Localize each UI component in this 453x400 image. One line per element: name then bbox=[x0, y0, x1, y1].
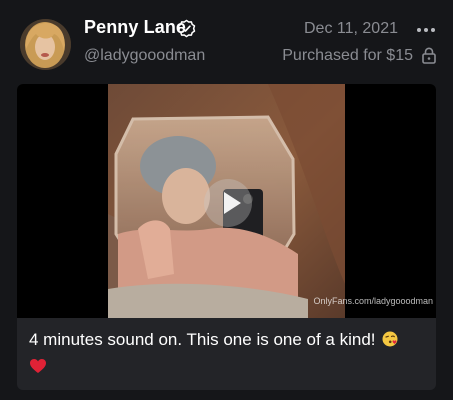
author-name[interactable]: Penny Lane bbox=[84, 17, 186, 38]
more-icon-dot bbox=[424, 28, 428, 32]
post-date: Dec 11, 2021 bbox=[304, 20, 398, 37]
lock-icon bbox=[422, 47, 436, 64]
avatar[interactable] bbox=[20, 19, 71, 70]
red-heart-emoji-icon bbox=[30, 359, 46, 373]
kissing-face-emoji-icon bbox=[382, 331, 398, 347]
more-icon-dot bbox=[431, 28, 435, 32]
more-options-button[interactable] bbox=[416, 23, 436, 37]
play-button[interactable] bbox=[204, 179, 252, 227]
verified-icon bbox=[177, 19, 196, 38]
video-player[interactable]: OnlyFans.com/ladygooodman bbox=[17, 84, 436, 318]
more-icon bbox=[417, 28, 421, 32]
post-caption: 4 minutes sound on. This one is one of a… bbox=[29, 327, 429, 374]
purchase-status: Purchased for $15 bbox=[282, 47, 413, 64]
video-watermark: OnlyFans.com/ladygooodman bbox=[313, 296, 433, 306]
post-header: Penny Lane @ladygooodman Dec 11, 2021 Pu… bbox=[0, 0, 453, 84]
post-card: OnlyFans.com/ladygooodman 4 minutes soun… bbox=[17, 84, 436, 390]
play-icon bbox=[224, 192, 241, 214]
author-handle[interactable]: @ladygooodman bbox=[84, 47, 205, 65]
caption-text: 4 minutes sound on. This one is one of a… bbox=[29, 330, 376, 349]
